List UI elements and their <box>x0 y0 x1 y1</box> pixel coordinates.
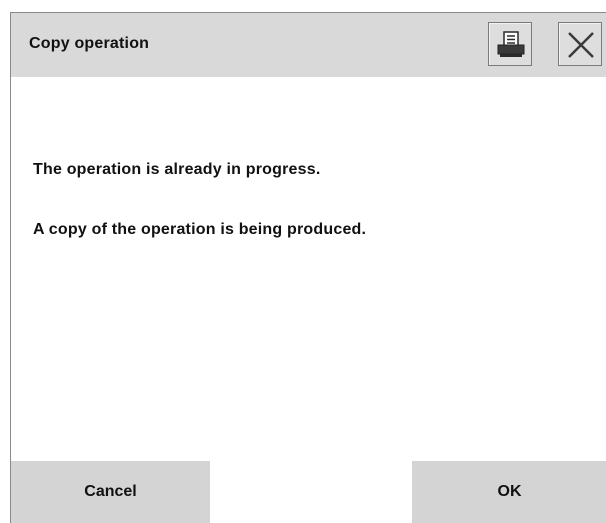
close-icon <box>568 32 594 58</box>
close-button[interactable] <box>558 22 602 66</box>
dialog-title: Copy operation <box>29 35 150 52</box>
message-line-1: The operation is already in progress. <box>33 161 321 178</box>
printer-icon <box>497 31 525 57</box>
dialog-titlebar: Copy operation <box>11 13 606 77</box>
ok-button[interactable]: OK <box>412 461 606 523</box>
cancel-button[interactable]: Cancel <box>11 461 210 523</box>
print-button[interactable] <box>488 22 532 66</box>
copy-operation-dialog: Copy operation The operation is already … <box>10 12 606 523</box>
message-line-2: A copy of the operation is being produce… <box>33 221 367 238</box>
